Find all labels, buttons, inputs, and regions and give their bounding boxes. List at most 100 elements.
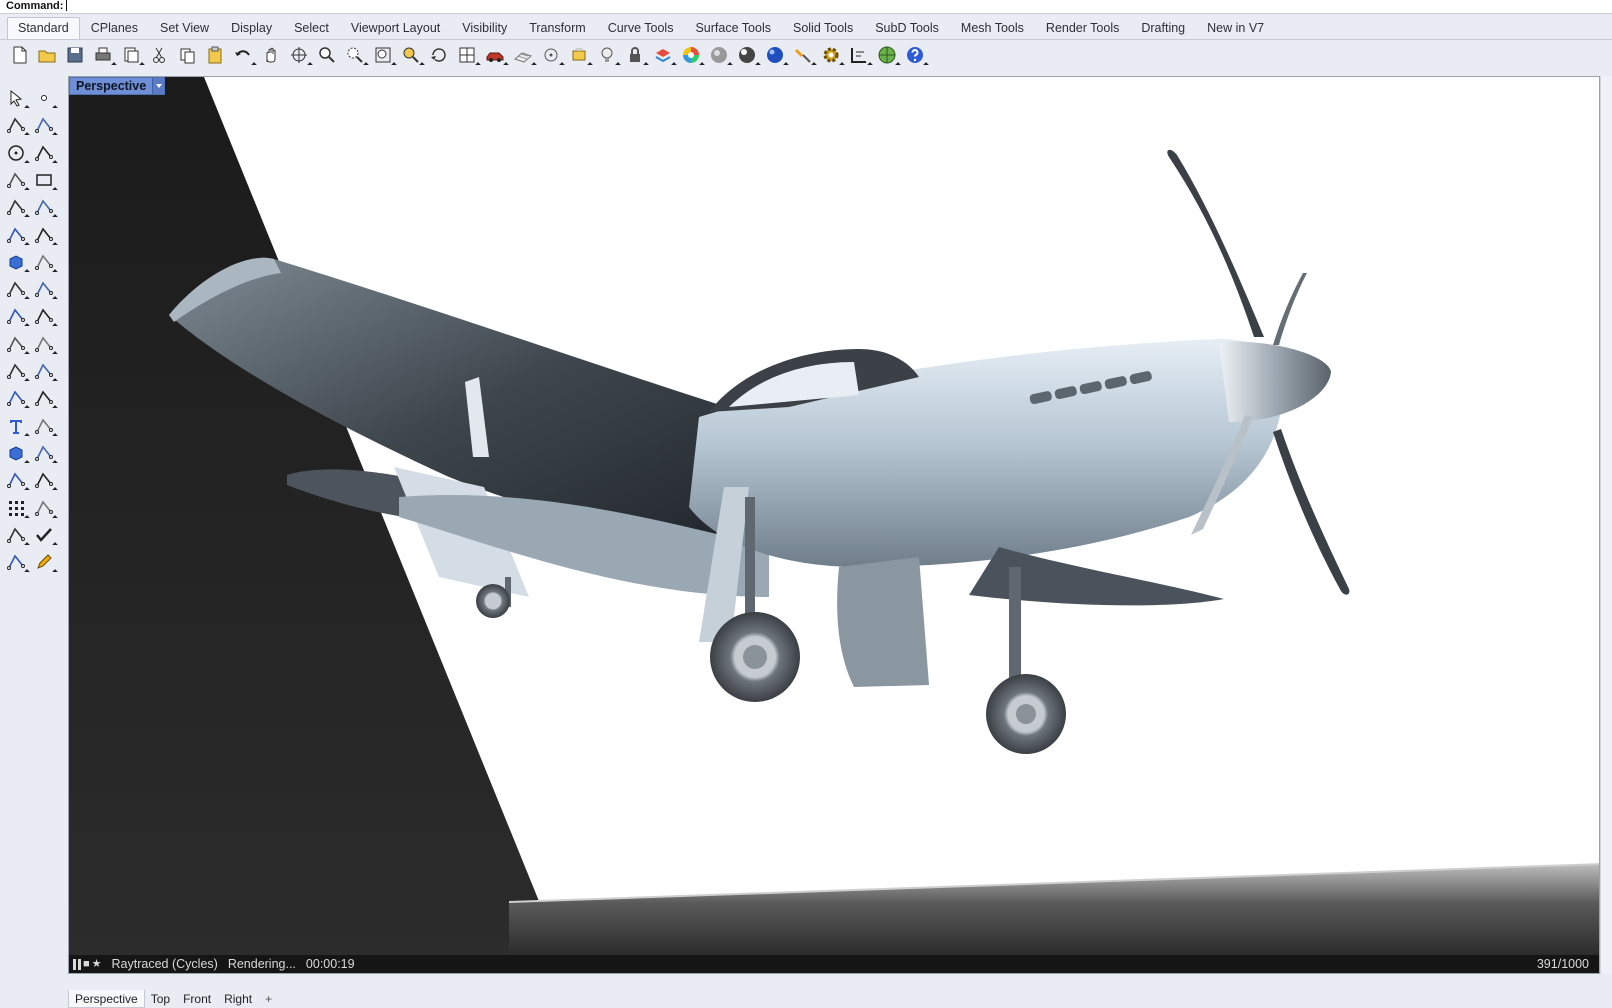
rendered-sphere-icon[interactable] [736, 44, 758, 66]
group-icon[interactable] [4, 359, 28, 383]
tab-curve-tools[interactable]: Curve Tools [597, 17, 685, 39]
zoom-window-icon[interactable] [344, 44, 366, 66]
offset-icon[interactable] [4, 386, 28, 410]
zoom-icon[interactable] [316, 44, 338, 66]
transform-icon[interactable] [4, 304, 28, 328]
trim-icon[interactable] [32, 332, 56, 356]
select-arrow-icon[interactable] [4, 86, 28, 110]
tab-display[interactable]: Display [220, 17, 283, 39]
named-view-icon[interactable] [568, 44, 590, 66]
grid-plane-icon[interactable] [512, 44, 534, 66]
blend-curve-icon[interactable] [32, 386, 56, 410]
copy-icon[interactable] [176, 44, 198, 66]
tab-transform[interactable]: Transform [518, 17, 597, 39]
circle-icon[interactable] [4, 141, 28, 165]
flashlight-icon[interactable] [792, 44, 814, 66]
lock-icon[interactable]: ■ [83, 955, 90, 973]
open-folder-icon[interactable] [36, 44, 58, 66]
rendered-scene[interactable] [69, 77, 1600, 974]
layer-icon[interactable] [652, 44, 674, 66]
print-icon[interactable] [92, 44, 114, 66]
star-icon[interactable]: ★ [92, 955, 102, 973]
tab-solid-tools[interactable]: Solid Tools [782, 17, 864, 39]
arc-icon[interactable] [4, 195, 28, 219]
wire-icon[interactable] [32, 468, 56, 492]
point-snap-icon[interactable] [540, 44, 562, 66]
array-icon[interactable] [32, 304, 56, 328]
revolve-icon[interactable] [32, 223, 56, 247]
dimension-line-icon[interactable] [32, 414, 56, 438]
tab-subd-tools[interactable]: SubD Tools [864, 17, 950, 39]
view-tab-right[interactable]: Right [218, 990, 259, 1008]
rotate-camera-icon[interactable] [428, 44, 450, 66]
tab-render-tools[interactable]: Render Tools [1035, 17, 1130, 39]
grid-array-icon[interactable] [4, 496, 28, 520]
viewport-title-label[interactable]: Perspective [70, 78, 152, 94]
rectangle-icon[interactable] [32, 168, 56, 192]
measure-icon[interactable] [32, 441, 56, 465]
paste-icon[interactable] [204, 44, 226, 66]
rotate-view-icon[interactable] [288, 44, 310, 66]
box-edit-icon[interactable] [4, 468, 28, 492]
check-icon[interactable] [32, 523, 56, 547]
blue-sphere-icon[interactable] [764, 44, 786, 66]
mesh-icon[interactable] [32, 277, 56, 301]
settings-gear-icon[interactable] [820, 44, 842, 66]
pause-icon[interactable] [73, 958, 76, 970]
viewport-menu-dropdown-icon[interactable] [152, 78, 165, 94]
tab-surface-tools[interactable]: Surface Tools [684, 17, 782, 39]
properties-icon[interactable] [4, 523, 28, 547]
command-input[interactable] [66, 0, 68, 11]
text-icon[interactable] [4, 414, 28, 438]
render-controls[interactable]: ■ ★ [73, 955, 102, 973]
light-bulb-icon[interactable] [596, 44, 618, 66]
tab-standard[interactable]: Standard [7, 17, 80, 39]
fillet-curve-icon[interactable] [32, 195, 56, 219]
dimension-icon[interactable] [848, 44, 870, 66]
curve-point-icon[interactable] [32, 113, 56, 137]
undo-icon[interactable] [232, 44, 254, 66]
shaded-sphere-icon[interactable] [708, 44, 730, 66]
extrude-icon[interactable] [4, 277, 28, 301]
section-icon[interactable] [32, 496, 56, 520]
surface-icon[interactable] [4, 223, 28, 247]
globe-icon[interactable] [876, 44, 898, 66]
tab-cplanes[interactable]: CPlanes [80, 17, 149, 39]
tab-viewport-layout[interactable]: Viewport Layout [340, 17, 451, 39]
boolean-icon[interactable] [32, 250, 56, 274]
explode-icon[interactable] [32, 359, 56, 383]
tab-new-in-v7[interactable]: New in V7 [1196, 17, 1275, 39]
help-icon[interactable] [904, 44, 926, 66]
point-icon[interactable] [32, 86, 56, 110]
ellipse-icon[interactable] [32, 141, 56, 165]
pencil-icon[interactable] [32, 550, 56, 574]
solid-edit-icon[interactable] [4, 550, 28, 574]
zoom-extents-icon[interactable] [372, 44, 394, 66]
color-wheel-icon[interactable] [680, 44, 702, 66]
view-tab-perspective[interactable]: Perspective [68, 990, 145, 1008]
view-tab-top[interactable]: Top [145, 990, 177, 1008]
perspective-viewport[interactable]: Perspective ■ ★ Raytraced (Cycles) Rende… [68, 76, 1600, 974]
viewport-title-tab[interactable]: Perspective [69, 77, 166, 95]
split-icon[interactable] [4, 332, 28, 356]
zoom-selected-icon[interactable] [400, 44, 422, 66]
pan-hand-icon[interactable] [260, 44, 282, 66]
command-line[interactable]: Command: [0, 0, 1612, 14]
polyline-icon[interactable] [4, 113, 28, 137]
box-solid-icon[interactable] [4, 250, 28, 274]
new-file-icon[interactable] [8, 44, 30, 66]
car-object-icon[interactable] [484, 44, 506, 66]
lock-icon[interactable] [624, 44, 646, 66]
save-icon[interactable] [64, 44, 86, 66]
tab-set-view[interactable]: Set View [149, 17, 220, 39]
add-view-tab-button[interactable]: + [259, 990, 278, 1008]
polygon-icon[interactable] [4, 168, 28, 192]
tab-select[interactable]: Select [283, 17, 340, 39]
tab-mesh-tools[interactable]: Mesh Tools [950, 17, 1035, 39]
tab-drafting[interactable]: Drafting [1130, 17, 1196, 39]
view-tab-front[interactable]: Front [177, 990, 218, 1008]
block-icon[interactable] [4, 441, 28, 465]
right-panel-edge[interactable] [1600, 76, 1612, 974]
cut-icon[interactable] [148, 44, 170, 66]
import-icon[interactable] [120, 44, 142, 66]
